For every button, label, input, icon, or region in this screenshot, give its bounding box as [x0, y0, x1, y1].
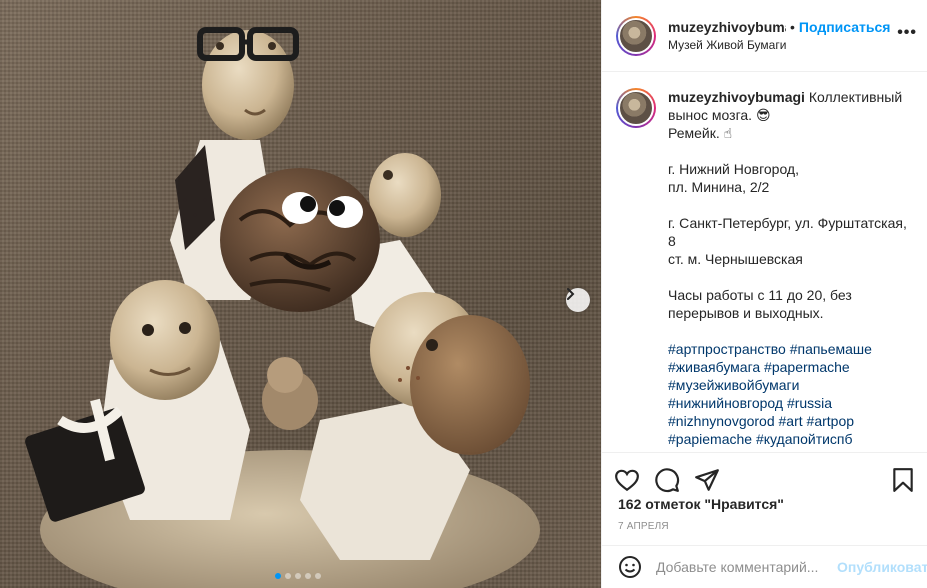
- caption-line: Коллективный: [808, 89, 903, 105]
- action-bar: [602, 452, 927, 496]
- caption-area: muzeyzhivoybumagi Коллективный вынос мозг…: [602, 72, 927, 450]
- caption-line: Часы работы с 11 до 20, без: [668, 287, 852, 303]
- heart-icon[interactable]: [614, 467, 640, 493]
- caption-line: [668, 268, 907, 286]
- carousel-indicator: [275, 573, 321, 579]
- caption-avatar[interactable]: [616, 88, 656, 128]
- caption-line: г. Санкт-Петербург, ул. Фурштатская,: [668, 215, 907, 231]
- paper-plane-icon[interactable]: [694, 467, 720, 493]
- header-user-line: muzeyzhivoybumagi • Подписаться: [668, 19, 890, 35]
- carousel-dot: [305, 573, 311, 579]
- caption-line: г. Нижний Новгород,: [668, 161, 799, 177]
- likes-count[interactable]: 162 отметок "Нравится": [618, 496, 784, 512]
- carousel-dot: [295, 573, 301, 579]
- caption-line: вынос мозга. 😎: [668, 107, 771, 123]
- hashtag-line[interactable]: #нижнийновгород #russia: [668, 394, 907, 412]
- caption-username[interactable]: muzeyzhivoybumagi: [668, 89, 805, 105]
- bookmark-icon[interactable]: [890, 467, 916, 493]
- carousel-dot: [275, 573, 281, 579]
- caption-line: пл. Минина, 2/2: [668, 179, 770, 195]
- hashtag-line[interactable]: #артпространство #папьемаше: [668, 340, 907, 358]
- chevron-right-icon: [567, 288, 575, 300]
- papier-mache-sculpture-image: [25, 27, 540, 588]
- caption-line: [668, 322, 907, 340]
- carousel-next-button[interactable]: [566, 288, 590, 312]
- smile-icon[interactable]: [618, 555, 642, 579]
- comment-bar: Опубликовать: [602, 545, 927, 588]
- caption-line: ст. м. Чернышевская: [668, 251, 803, 267]
- header-text: muzeyzhivoybumagi • Подписаться Музей Жи…: [668, 19, 890, 52]
- carousel-dot: [285, 573, 291, 579]
- caption-line: [668, 196, 907, 214]
- avatar-image: [618, 90, 654, 126]
- follow-button[interactable]: Подписаться: [799, 19, 891, 35]
- avatar[interactable]: [616, 15, 656, 56]
- separator-dot: •: [790, 19, 795, 35]
- hashtag-line[interactable]: #музейживойбумаги: [668, 376, 907, 394]
- hashtag-line[interactable]: #живаябумага #papermache: [668, 358, 907, 376]
- hashtag-line[interactable]: #papiemache #куда­пойтиспб: [668, 430, 907, 448]
- post-header: muzeyzhivoybumagi • Подписаться Музей Жи…: [602, 0, 927, 72]
- carousel-dot: [315, 573, 321, 579]
- avatar-image: [618, 17, 654, 54]
- post-date[interactable]: 7 АПРЕЛЯ: [618, 521, 669, 532]
- post-sidebar: muzeyzhivoybumagi • Подписаться Музей Жи…: [601, 0, 927, 588]
- caption-line: перерывов и выходных.: [668, 305, 824, 321]
- post-photo[interactable]: [0, 0, 601, 588]
- caption-line: Ремейк. ☝: [668, 125, 733, 141]
- caption-line: [668, 142, 907, 160]
- hashtag-line[interactable]: #nizhnynovgorod #art #artpop: [668, 412, 907, 430]
- username-link[interactable]: muzeyzhivoybumagi: [668, 19, 786, 35]
- comment-input[interactable]: [656, 559, 837, 575]
- caption-text: muzeyzhivoybumagi Коллективный вынос мозг…: [668, 88, 907, 450]
- comment-icon[interactable]: [654, 467, 680, 493]
- publish-button[interactable]: Опубликовать: [837, 559, 927, 575]
- more-options-icon[interactable]: •••: [897, 24, 917, 42]
- location-link[interactable]: Музей Живой Бумаги: [668, 38, 890, 52]
- caption-line: 8: [668, 233, 676, 249]
